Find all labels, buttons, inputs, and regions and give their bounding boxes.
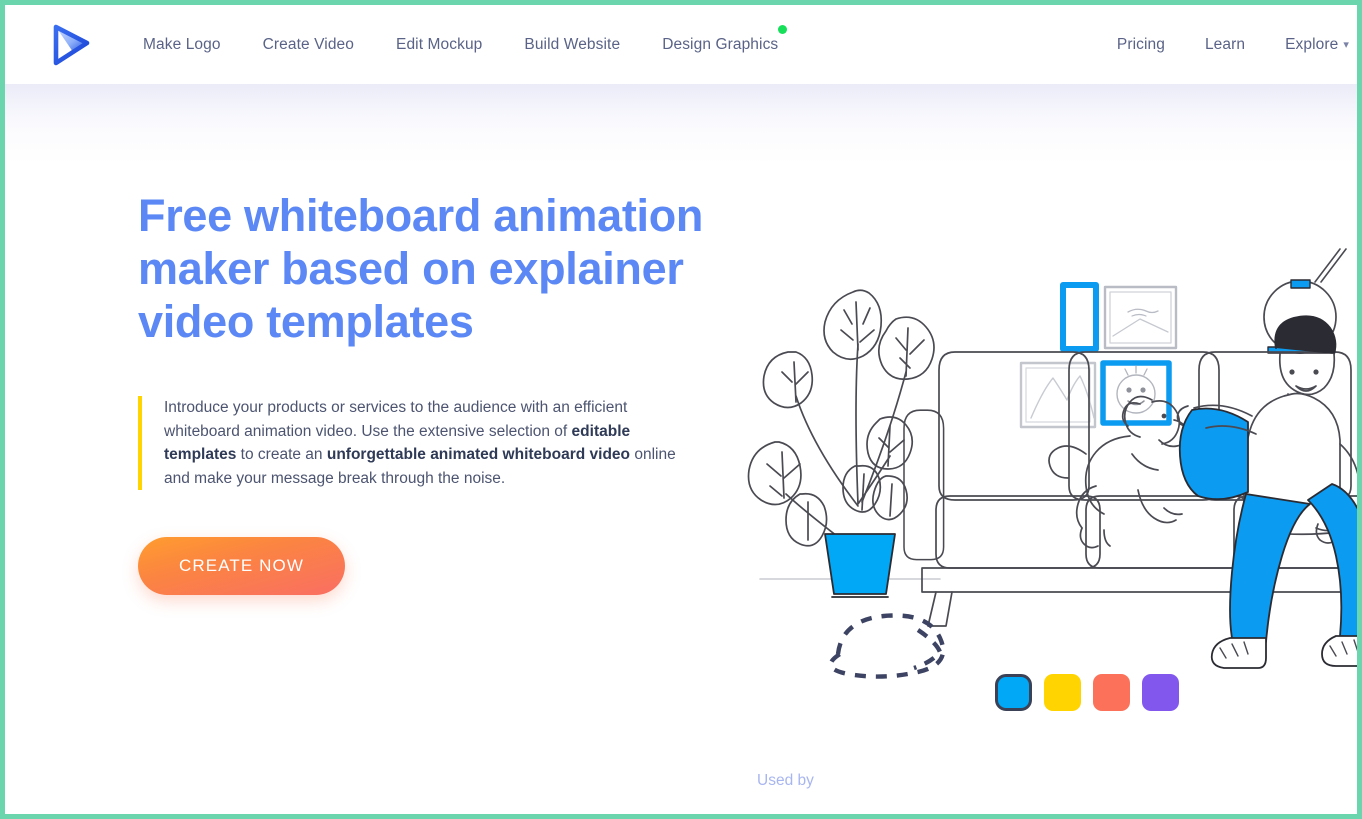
nav-item-create-video[interactable]: Create Video	[263, 36, 354, 54]
nav-item-make-logo[interactable]: Make Logo	[143, 36, 221, 54]
nav-item-explore[interactable]: Explore ▾	[1285, 36, 1349, 54]
create-now-button[interactable]: CREATE NOW	[138, 537, 345, 595]
nav-secondary-links: Pricing Learn Explore ▾	[1117, 5, 1357, 84]
chevron-down-icon: ▾	[1343, 38, 1349, 51]
desc-part-1: Introduce your products or services to t…	[164, 399, 628, 440]
page-frame: Make Logo Create Video Edit Mockup Build…	[0, 0, 1362, 819]
hero-description-block: Introduce your products or services to t…	[138, 396, 690, 490]
site-logo[interactable]	[5, 22, 125, 68]
nav-label: Explore	[1285, 35, 1339, 53]
hero-text-column: Free whiteboard animation maker based on…	[138, 189, 718, 595]
picture-frames-icon	[1019, 282, 1178, 429]
hero-description: Introduce your products or services to t…	[164, 396, 690, 490]
new-badge-dot-icon	[778, 24, 788, 34]
used-by-label: Used by	[757, 772, 814, 789]
man-on-sofa-with-dog-illustration	[740, 244, 1357, 744]
nav-label: Build Website	[524, 35, 621, 53]
swatch-coral[interactable]	[1093, 674, 1130, 711]
nav-label: Create Video	[262, 35, 354, 53]
nav-item-pricing[interactable]: Pricing	[1117, 36, 1165, 54]
nav-primary-links: Make Logo Create Video Edit Mockup Build…	[143, 24, 788, 54]
hero-section: Free whiteboard animation maker based on…	[5, 84, 1357, 814]
client-logos-row: amadeus CAMBRIDGE UNIVERSITY PRESS BOSE …	[5, 810, 1357, 814]
nav-label: Learn	[1204, 35, 1246, 53]
monstera-plant-icon	[747, 289, 935, 598]
nav-label: Make Logo	[143, 35, 221, 53]
main-navigation: Make Logo Create Video Edit Mockup Build…	[5, 5, 1357, 84]
nav-label: Design Graphics	[662, 35, 779, 53]
nav-item-learn[interactable]: Learn	[1205, 36, 1245, 54]
swatch-purple[interactable]	[1142, 674, 1179, 711]
desc-part-2: to create an	[236, 446, 327, 463]
nav-item-build-website[interactable]: Build Website	[524, 36, 620, 54]
page-title: Free whiteboard animation maker based on…	[138, 190, 704, 347]
nav-label: Pricing	[1116, 35, 1165, 53]
nav-item-design-graphics[interactable]: Design Graphics	[662, 24, 788, 54]
nav-label: Edit Mockup	[396, 35, 483, 53]
play-triangle-logo-icon	[53, 24, 90, 65]
dashed-arrow-icon	[828, 613, 946, 679]
nav-item-edit-mockup[interactable]: Edit Mockup	[396, 36, 482, 54]
swatch-blue[interactable]	[995, 674, 1032, 711]
illustration-svg	[747, 248, 1357, 679]
swatch-yellow[interactable]	[1044, 674, 1081, 711]
seated-man-icon	[1176, 315, 1357, 669]
color-swatches	[995, 674, 1179, 711]
desc-bold-2: unforgettable animated whiteboard video	[326, 446, 631, 463]
